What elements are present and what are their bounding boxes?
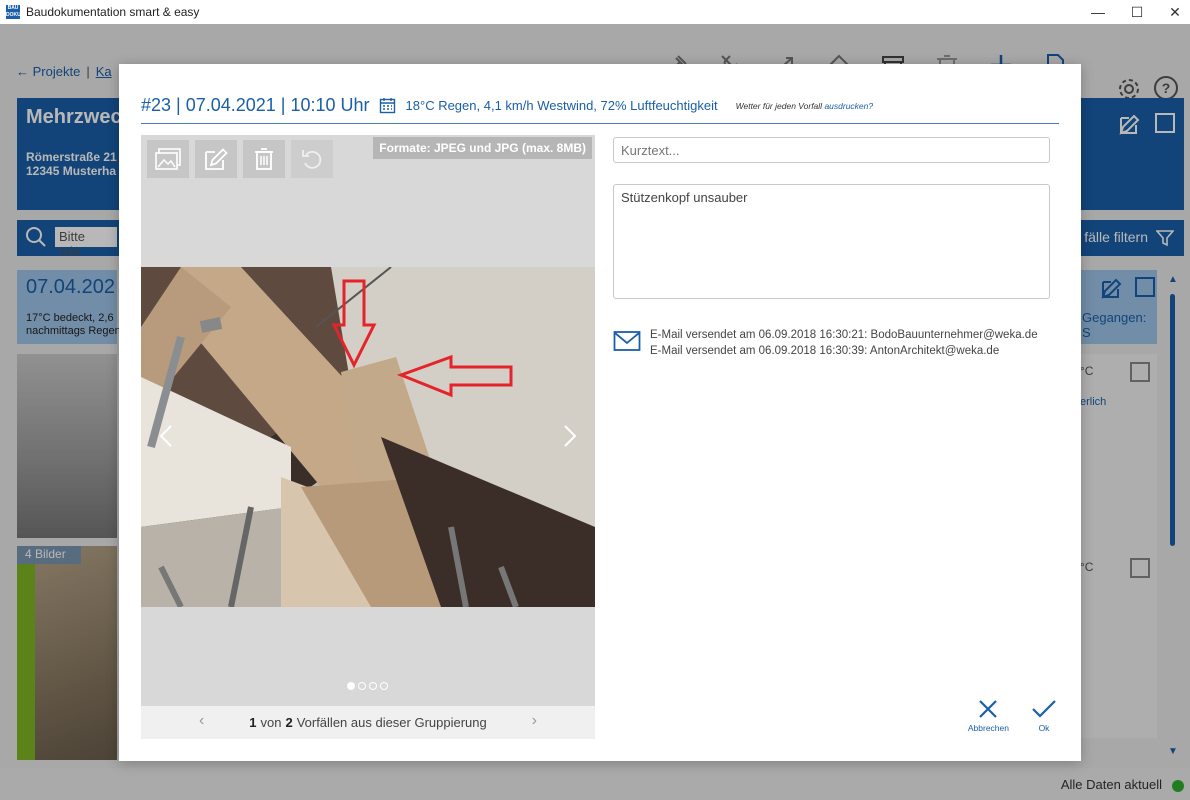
pager-suffix: Vorfällen aus dieser Gruppierung	[296, 715, 487, 730]
previous-image-button[interactable]	[151, 418, 181, 454]
print-weather-link[interactable]: ausdrucken?	[824, 101, 873, 111]
email-log: E-Mail versendet am 06.09.2018 16:30:21:…	[613, 327, 1050, 359]
email-log-entry: E-Mail versendet am 06.09.2018 16:30:21:…	[650, 329, 1038, 341]
dialog-header: #23 | 07.04.2021 | 10:10 Uhr 18°C Regen,…	[141, 88, 1059, 124]
photo-toolbar	[147, 140, 333, 178]
undo-icon	[302, 150, 322, 169]
pager-current: 1	[249, 715, 257, 730]
previous-incident-button[interactable]: ‹	[199, 712, 204, 730]
next-incident-button[interactable]: ›	[532, 712, 537, 730]
incident-title: #23 | 07.04.2021 | 10:10 Uhr	[141, 95, 370, 115]
cancel-label: Abbrechen	[967, 723, 1009, 733]
delete-image-button[interactable]	[243, 140, 285, 178]
incident-weather: 18°C Regen, 4,1 km/h Westwind, 72% Luftf…	[405, 98, 718, 113]
rotate-image-button[interactable]	[291, 140, 333, 178]
close-window-button[interactable]: ✕	[1152, 0, 1190, 24]
email-log-entry: E-Mail versendet am 06.09.2018 16:30:39:…	[650, 345, 1000, 357]
window-title: Baudokumentation smart & easy	[26, 5, 200, 19]
incident-pager: ‹ 1 von 2 Vorfällen aus dieser Gruppieru…	[141, 706, 595, 739]
long-text-input[interactable]	[613, 184, 1050, 299]
close-icon	[979, 700, 998, 718]
ok-label: Ok	[1038, 723, 1050, 733]
cancel-button[interactable]: Abbrechen	[968, 698, 1009, 733]
image-dot[interactable]	[380, 682, 388, 690]
image-dot[interactable]	[369, 682, 377, 690]
trash-icon	[255, 148, 273, 170]
image-icon	[155, 148, 181, 170]
mail-icon	[613, 331, 641, 351]
email-log-lines: E-Mail versendet am 06.09.2018 16:30:21:…	[650, 327, 1038, 359]
image-dot[interactable]	[347, 682, 355, 690]
add-image-button[interactable]	[147, 140, 189, 178]
chevron-right-icon	[564, 425, 577, 447]
photo-panel: Formate: JPEG und JPG (max. 8MB) ‹ 1 von…	[141, 135, 595, 739]
image-dot[interactable]	[358, 682, 366, 690]
chevron-left-icon	[159, 425, 172, 447]
incident-photo[interactable]	[141, 267, 595, 607]
app-icon: BAU DOKU	[6, 5, 21, 19]
pager-text: 1 von 2 Vorfällen aus dieser Gruppierung	[249, 715, 487, 730]
pager-von: von	[260, 715, 282, 730]
checkmark-icon	[1032, 700, 1056, 718]
window-titlebar: BAU DOKU Baudokumentation smart & easy —…	[0, 0, 1190, 24]
short-text-input[interactable]	[613, 137, 1050, 163]
next-image-button[interactable]	[555, 418, 585, 454]
ok-button[interactable]: Ok	[1031, 698, 1057, 733]
calendar-icon[interactable]	[379, 97, 396, 114]
incident-dialog: #23 | 07.04.2021 | 10:10 Uhr 18°C Regen,…	[119, 64, 1081, 761]
edit-image-button[interactable]	[195, 140, 237, 178]
image-pagination-dots	[347, 682, 388, 690]
format-hint: Formate: JPEG und JPG (max. 8MB)	[373, 137, 592, 159]
print-weather-prefix: Wetter für jeden Vorfall	[735, 100, 825, 111]
print-weather-note: Wetter für jeden Vorfall ausdrucken?	[736, 101, 874, 111]
pager-total: 2	[285, 715, 293, 730]
dialog-actions: Abbrechen Ok	[968, 698, 1057, 733]
edit-icon	[205, 148, 228, 170]
